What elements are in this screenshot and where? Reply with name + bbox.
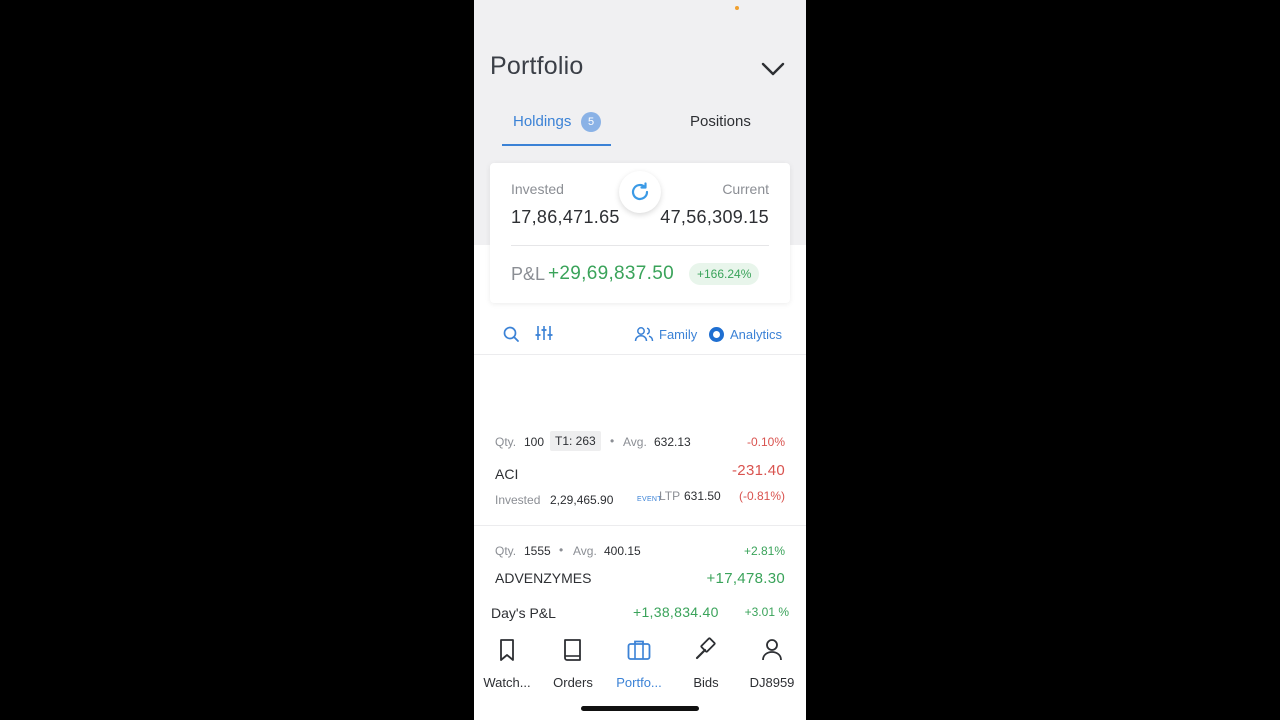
holding-percent: -0.10%: [746, 435, 785, 449]
tab-positions[interactable]: Positions: [690, 113, 751, 130]
nav-portfolio[interactable]: Portfo...: [606, 637, 672, 690]
holding-invested-label: Invested: [495, 493, 541, 507]
avg-value: 400.15: [604, 544, 641, 558]
t1-qty-badge: T1: 263: [550, 431, 601, 451]
analytics-icon: [709, 327, 724, 342]
holding-row[interactable]: Qty. 1555 • Avg. 400.15 +2.81% ADVENZYME…: [474, 526, 806, 606]
filter-sliders-icon[interactable]: [535, 324, 553, 342]
divider: [511, 245, 769, 246]
book-icon: [564, 639, 581, 661]
nav-orders[interactable]: Orders: [540, 637, 606, 690]
nav-profile-label: DJ8959: [749, 675, 795, 690]
holding-pnl: -231.40: [732, 462, 785, 479]
days-pnl-value: +1,38,834.40: [633, 604, 719, 620]
home-indicator: [581, 706, 699, 711]
bookmark-icon: [500, 639, 514, 661]
holding-percent: +2.81%: [743, 544, 785, 558]
invested-value: 17,86,471.65: [511, 207, 620, 227]
days-pnl-bar[interactable]: Day's P&L +1,38,834.40 +3.01 %: [474, 597, 806, 629]
qty-label: Qty.: [495, 435, 517, 449]
invested-label: Invested: [511, 181, 564, 197]
nav-bids-label: Bids: [693, 675, 719, 690]
active-tab-underline: [502, 144, 611, 146]
qty-value: 100: [524, 435, 545, 449]
family-users-icon: [634, 327, 654, 342]
pnl-percent-badge: +166.24%: [689, 263, 760, 285]
holding-pnl: +17,478.30: [706, 570, 785, 587]
ltp-change: (-0.81%): [738, 489, 785, 503]
separator-dot: •: [559, 543, 564, 557]
pnl-label: P&L: [511, 264, 546, 284]
holdings-toolbar: Family Analytics: [474, 318, 806, 355]
analytics-label: Analytics: [730, 327, 783, 342]
avg-label: Avg.: [573, 544, 597, 558]
nav-bids[interactable]: Bids: [673, 637, 739, 690]
current-value: 47,56,309.15: [660, 207, 769, 227]
qty-value: 1555: [524, 544, 551, 558]
phone-screen: Portfolio Holdings 5 Positions Invested …: [474, 0, 806, 720]
search-icon[interactable]: [502, 325, 520, 343]
family-label: Family: [659, 327, 698, 342]
holding-invested-value: 2,29,465.90: [550, 493, 614, 507]
qty-label: Qty.: [495, 544, 517, 558]
nav-orders-label: Orders: [553, 675, 593, 690]
user-icon: [762, 639, 782, 661]
tab-holdings[interactable]: Holdings 5: [502, 108, 612, 148]
pnl-value: +29,69,837.50: [548, 263, 674, 284]
separator-dot: •: [610, 434, 615, 448]
status-indicator-dot: [735, 6, 739, 10]
avg-label: Avg.: [623, 435, 647, 449]
ltp-value: 631.50: [684, 489, 721, 503]
days-pnl-label: Day's P&L: [491, 605, 556, 621]
holding-row[interactable]: Qty. 100 T1: 263 • Avg. 632.13 -0.10% AC…: [474, 425, 806, 526]
refresh-button[interactable]: [619, 171, 661, 213]
page-title: Portfolio: [490, 52, 584, 80]
days-pnl-percent: +3.01 %: [744, 605, 789, 619]
chevron-down-icon[interactable]: [760, 56, 786, 82]
nav-watchlist-label: Watch...: [483, 675, 531, 690]
holding-symbol: ADVENZYMES: [495, 570, 592, 586]
holding-symbol: ACI: [495, 466, 519, 482]
briefcase-icon: [627, 640, 651, 660]
tab-holdings-label: Holdings: [513, 113, 572, 130]
holdings-count-badge: 5: [581, 112, 601, 132]
current-label: Current: [722, 181, 769, 197]
nav-portfolio-label: Portfo...: [616, 675, 662, 690]
nav-watchlist[interactable]: Watch...: [474, 637, 540, 690]
ltp-label: LTP: [659, 489, 681, 503]
avg-value: 632.13: [654, 435, 691, 449]
gavel-icon: [695, 637, 716, 660]
nav-profile[interactable]: DJ8959: [739, 637, 805, 690]
refresh-icon: [631, 182, 649, 201]
